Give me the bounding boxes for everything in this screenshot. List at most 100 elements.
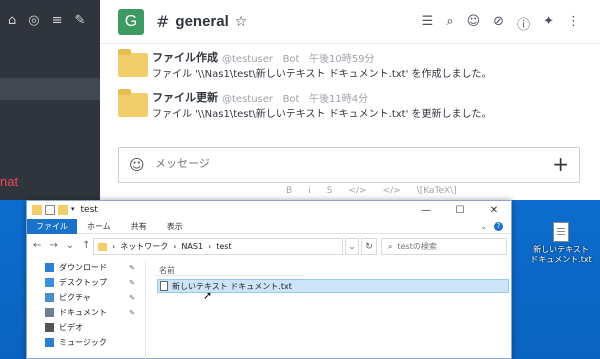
message-composer: ☺ + — [118, 147, 580, 183]
pictures-icon — [45, 293, 54, 302]
search-icon[interactable]: ⌕ — [446, 14, 453, 33]
bold-button[interactable]: B — [286, 186, 292, 196]
message-meta: @testuser Bot 午後11時4分 — [222, 90, 368, 105]
ribbon-tabs: ファイル ホーム 共有 表示 ⌄ ? — [27, 218, 511, 234]
maximize-button[interactable]: ☐ — [443, 201, 477, 219]
window-title: test — [80, 205, 98, 215]
search-input[interactable] — [397, 242, 488, 251]
window-controls: — ☐ ✕ — [409, 201, 511, 219]
text-file-icon — [553, 222, 569, 242]
channel-header: G # general ☆ ☰ ⌕ ☺ ⊘ ⓘ ✦ ⋮ — [100, 0, 600, 44]
edit-icon[interactable]: ✎ — [75, 13, 86, 28]
plus-icon[interactable]: + — [552, 152, 569, 176]
nav-item-label: ピクチャ — [59, 293, 91, 302]
folder-icon[interactable] — [58, 205, 68, 215]
attachment-icon[interactable]: ⊘ — [493, 14, 504, 33]
threads-icon[interactable]: ✦ — [543, 14, 554, 33]
home-icon[interactable]: ⌂ — [8, 13, 16, 28]
address-dropdown-icon[interactable]: ⌄ — [345, 238, 359, 255]
emoji-icon[interactable]: ☺ — [129, 156, 145, 174]
up-icon[interactable]: ↑ — [82, 240, 90, 251]
minimize-button[interactable]: — — [409, 201, 443, 219]
codeblock-button[interactable]: </> — [383, 186, 401, 196]
message-user[interactable]: @testuser — [222, 54, 273, 65]
recent-icon[interactable]: ⌄ — [66, 240, 74, 251]
katex-button[interactable]: \[KaTeX\] — [417, 186, 457, 196]
close-button[interactable]: ✕ — [477, 201, 511, 219]
help-icon[interactable]: ? — [494, 221, 503, 231]
refresh-icon[interactable]: ↻ — [361, 238, 377, 255]
kebab-menu-icon[interactable]: ⋮ — [567, 14, 580, 33]
nav-buttons: ← → ⌄ ↑ — [33, 240, 91, 251]
forward-icon[interactable]: → — [49, 240, 57, 251]
music-icon — [45, 338, 54, 347]
pane-divider[interactable] — [145, 261, 146, 359]
message-role: Bot — [282, 94, 300, 105]
channel-hash-icon: # — [156, 12, 170, 31]
message-meta: @testuser Bot 午後10時59分 — [222, 50, 374, 65]
sort-icon[interactable]: ≡ — [52, 13, 63, 28]
discussion-icon[interactable]: ☰ — [422, 14, 434, 33]
strike-button[interactable]: S — [327, 186, 333, 196]
header-actions: ☰ ⌕ ☺ ⊘ ⓘ ✦ ⋮ — [422, 14, 580, 33]
back-icon[interactable]: ← — [33, 240, 41, 251]
message-user[interactable]: @testuser — [222, 94, 273, 105]
desktop-file-label: 新しいテキスト ドキュメント.txt — [530, 245, 592, 264]
breadcrumb-sep: › — [208, 242, 212, 251]
nav-item[interactable]: ビデオ — [45, 321, 137, 334]
tab-share[interactable]: 共有 — [121, 221, 157, 232]
address-bar[interactable]: › ネットワーク › NAS1 › test — [93, 238, 343, 255]
column-divider — [155, 275, 305, 276]
italic-button[interactable]: i — [308, 186, 311, 196]
nav-item-label: ダウンロード — [59, 263, 107, 272]
file-list: 名前 新しいテキスト ドキュメント.txt ➚ — [155, 261, 509, 359]
tab-view[interactable]: 表示 — [157, 221, 193, 232]
breadcrumb-network[interactable]: ネットワーク — [120, 241, 168, 252]
address-bar-row: ← → ⌄ ↑ › ネットワーク › NAS1 › test ⌄ ↻ ⌕ — [27, 236, 511, 258]
info-icon[interactable]: ⓘ — [517, 14, 530, 33]
nav-item[interactable]: ダウンロード ✎ — [45, 261, 137, 274]
breadcrumb-nas1[interactable]: NAS1 — [181, 242, 203, 251]
breadcrumb-test[interactable]: test — [216, 242, 231, 251]
nav-item-label: ビデオ — [59, 323, 83, 332]
globe-icon[interactable]: ◎ — [28, 13, 39, 28]
folder-icon — [118, 49, 148, 77]
file-explorer-window: ▾ test — ☐ ✕ ファイル ホーム 共有 表示 ⌄ ? ← → ⌄ ↑ … — [26, 200, 512, 359]
nav-item-label: デスクトップ — [59, 278, 107, 287]
sidebar-red-text: nat — [0, 174, 19, 189]
tab-home[interactable]: ホーム — [77, 221, 121, 232]
nav-item[interactable]: ミュージック — [45, 336, 137, 349]
sidebar-item-selected[interactable] — [0, 78, 100, 100]
nav-item[interactable]: ピクチャ ✎ — [45, 291, 137, 304]
desktop-icon — [45, 278, 54, 287]
checkbox-icon[interactable] — [45, 205, 55, 215]
message-body: ファイル '\\Nas1\test\新しいテキスト ドキュメント.txt' を更… — [152, 109, 492, 120]
message-title: ファイル作成 — [152, 51, 218, 64]
mouse-cursor-icon: ➚ — [203, 289, 213, 302]
message: ファイル更新 @testuser Bot 午後11時4分 ファイル '\\Nas… — [118, 89, 578, 129]
message-body: ファイル '\\Nas1\test\新しいテキスト ドキュメント.txt' を作… — [152, 69, 492, 80]
nav-item[interactable]: ドキュメント ✎ — [45, 306, 137, 319]
nav-item-label: ミュージック — [59, 338, 107, 347]
search-icon: ⌕ — [388, 241, 393, 251]
quick-access-toolbar: ▾ — [27, 205, 75, 215]
desktop-file-icon[interactable]: 新しいテキスト ドキュメント.txt — [528, 222, 594, 265]
breadcrumb-sep: › — [173, 242, 177, 251]
channel-avatar: G — [118, 8, 144, 35]
nav-item-label: ドキュメント — [59, 308, 107, 317]
tab-file[interactable]: ファイル — [27, 218, 77, 234]
expand-ribbon-icon[interactable]: ⌄ — [480, 222, 487, 231]
rc-sidebar: ⌂ ◎ ≡ ✎ nat — [0, 0, 100, 200]
message-time: 午後10時59分 — [309, 54, 375, 65]
pin-icon: ✎ — [129, 278, 135, 287]
star-icon[interactable]: ☆ — [235, 14, 248, 30]
code-button[interactable]: </> — [348, 186, 366, 196]
message-input[interactable] — [155, 157, 535, 170]
message-time: 午後11時4分 — [309, 94, 369, 105]
members-icon[interactable]: ☺ — [467, 14, 481, 33]
chevron-down-icon[interactable]: ▾ — [71, 205, 75, 215]
nav-item[interactable]: デスクトップ ✎ — [45, 276, 137, 289]
explorer-titlebar: ▾ test — ☐ ✕ — [27, 201, 511, 219]
pin-icon: ✎ — [129, 263, 135, 272]
text-file-icon — [160, 281, 168, 291]
